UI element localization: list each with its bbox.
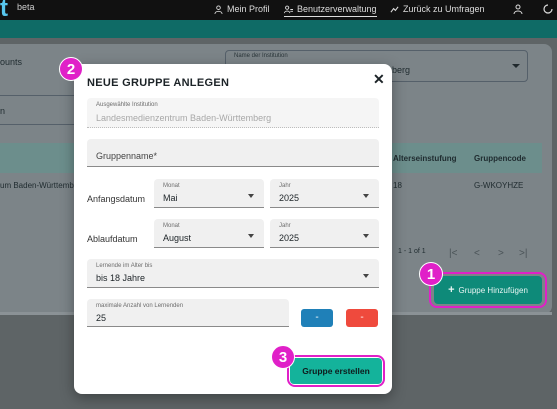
chevron-down-icon — [248, 234, 254, 238]
group-icon — [284, 5, 293, 13]
institution-select-value: berg — [392, 65, 411, 75]
selected-institution-field: Ausgewählte Institution Landesmedienzent… — [87, 98, 379, 128]
next-page-icon[interactable]: > — [498, 248, 504, 259]
field-label: Monat — [163, 183, 180, 189]
logout-icon[interactable] — [543, 4, 553, 14]
field-placeholder: Gruppenname* — [96, 151, 158, 161]
last-page-icon[interactable]: >| — [519, 248, 527, 259]
group-name-input[interactable]: Gruppenname* — [87, 139, 379, 167]
chevron-down-icon — [363, 274, 369, 278]
chevron-down-icon — [363, 234, 369, 238]
close-icon[interactable]: ✕ — [373, 72, 385, 86]
trend-icon — [390, 5, 399, 13]
field-label: Ausgewählte Institution — [96, 102, 158, 108]
chevron-down-icon — [248, 194, 254, 198]
start-year-select[interactable]: Jahr 2025 — [270, 179, 379, 208]
field-value: 25 — [96, 313, 107, 323]
new-group-dialog: NEUE GRUPPE ANLEGEN ✕ Ausgewählte Instit… — [74, 64, 392, 394]
column-header-altersein: Alterseinstufung — [393, 154, 457, 163]
chevron-down-icon — [363, 194, 369, 198]
field-value: 2025 — [279, 233, 300, 243]
pagination-info: 1 - 1 of 1 — [398, 248, 426, 255]
field-value: bis 18 Jahre — [96, 273, 146, 283]
step-badge-1: 1 — [419, 262, 443, 286]
step-badge-3: 3 — [271, 345, 295, 369]
end-date-label: Ablaufdatum — [87, 234, 138, 244]
account-icon[interactable] — [513, 4, 523, 14]
field-value: Mai — [163, 193, 178, 203]
first-page-icon[interactable]: |< — [449, 248, 457, 259]
decrement-button[interactable]: - — [301, 309, 333, 327]
prev-page-icon[interactable]: < — [474, 248, 480, 259]
create-group-button[interactable]: Gruppe erstellen — [290, 358, 382, 384]
field-value: Landesmedienzentrum Baden-Württemberg — [96, 113, 272, 123]
nav-label: Zurück zu Umfragen — [403, 4, 485, 14]
step-badge-2: 2 — [59, 57, 83, 81]
add-group-button[interactable]: + Gruppe Hinzufügen — [434, 276, 542, 304]
dialog-title: NEUE GRUPPE ANLEGEN — [87, 77, 230, 89]
app-logo[interactable]: t — [0, 0, 8, 21]
field-label: Lernende im Alter bis — [96, 263, 153, 269]
start-month-select[interactable]: Monat Mai — [154, 179, 264, 208]
column-header-gruppencode: Gruppencode — [474, 154, 527, 163]
nav-mein-profil[interactable]: Mein Profil — [214, 4, 270, 14]
top-navigation-bar: t beta Mein Profil Benutzerverwaltung Zu… — [0, 0, 557, 21]
table-cell-institution: um Baden-Württemberg — [0, 181, 86, 190]
max-learners-input[interactable]: maximale Anzahl von Lernenden 25 — [87, 299, 289, 327]
nav-benutzerverwaltung[interactable]: Benutzerverwaltung — [284, 4, 377, 17]
field-label: maximale Anzahl von Lernenden — [96, 303, 184, 309]
remove-button[interactable]: - — [346, 309, 378, 327]
accounts-label-partial: ounts — [0, 57, 23, 67]
end-month-select[interactable]: Monat August — [154, 219, 264, 248]
end-year-select[interactable]: Jahr 2025 — [270, 219, 379, 248]
add-group-button-label: Gruppe Hinzufügen — [458, 285, 528, 295]
plus-icon: + — [448, 284, 455, 296]
institution-select-label: Name der Institution — [234, 53, 288, 59]
filter-field-partial: n — [0, 106, 6, 116]
table-cell-code: G-WKOYHZE — [474, 181, 524, 190]
chevron-down-icon — [512, 64, 520, 68]
nav-label: Mein Profil — [227, 4, 270, 14]
person-icon — [214, 4, 223, 14]
nav-zurueck-zu-umfragen[interactable]: Zurück zu Umfragen — [390, 4, 485, 14]
start-date-label: Anfangsdatum — [87, 194, 146, 204]
field-label: Monat — [163, 223, 180, 229]
field-label: Jahr — [279, 223, 291, 229]
nav-label: Benutzerverwaltung — [297, 4, 377, 14]
age-limit-select[interactable]: Lernende im Alter bis bis 18 Jahre — [87, 259, 379, 288]
app-logo-subtitle: beta — [17, 2, 35, 12]
field-label: Jahr — [279, 183, 291, 189]
table-cell-age: 18 — [393, 181, 402, 190]
field-value: 2025 — [279, 193, 300, 203]
field-value: August — [163, 233, 192, 243]
header-band — [0, 20, 557, 38]
